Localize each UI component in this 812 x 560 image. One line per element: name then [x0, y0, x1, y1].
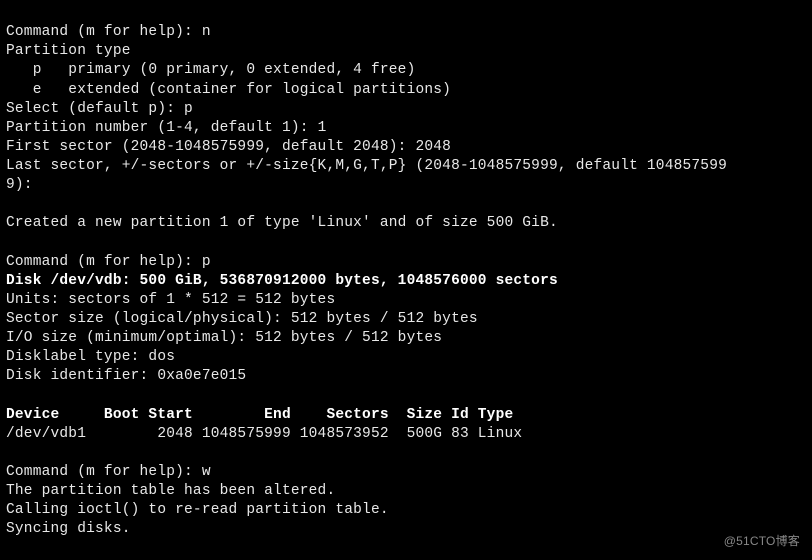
output-line: e extended (container for logical partit… [6, 82, 451, 98]
user-input: w [202, 464, 211, 480]
blank-line [6, 388, 15, 404]
output-line: Syncing disks. [6, 521, 131, 537]
prompt-line[interactable]: Partition number (1-4, default 1): 1 [6, 120, 326, 136]
output-line: Partition type [6, 43, 131, 59]
blank-line [6, 445, 15, 461]
user-input: n [202, 24, 211, 40]
user-input: p [184, 101, 193, 117]
output-line: I/O size (minimum/optimal): 512 bytes / … [6, 330, 442, 346]
output-line: Created a new partition 1 of type 'Linux… [6, 215, 558, 231]
prompt-line[interactable]: Select (default p): p [6, 101, 193, 117]
prompt-line[interactable]: First sector (2048-1048575999, default 2… [6, 139, 451, 155]
blank-line [6, 235, 15, 251]
user-input: p [202, 254, 211, 270]
user-input: 2048 [415, 139, 451, 155]
output-line: Units: sectors of 1 * 512 = 512 bytes [6, 292, 335, 308]
output-line: Sector size (logical/physical): 512 byte… [6, 311, 478, 327]
prompt-line[interactable]: 9): [6, 177, 42, 193]
table-row: /dev/vdb1 2048 1048575999 1048573952 500… [6, 426, 522, 442]
output-line: Calling ioctl() to re-read partition tab… [6, 502, 389, 518]
terminal-output: Command (m for help): n Partition type p… [6, 4, 806, 540]
prompt-line[interactable]: Command (m for help): p [6, 254, 211, 270]
watermark-text: @51CTO博客 [724, 534, 800, 550]
output-line: p primary (0 primary, 0 extended, 4 free… [6, 62, 415, 78]
prompt-line[interactable]: Command (m for help): w [6, 464, 211, 480]
output-line: Disklabel type: dos [6, 349, 175, 365]
table-header: Device Boot Start End Sectors Size Id Ty… [6, 407, 513, 423]
prompt-line[interactable]: Command (m for help): n [6, 24, 211, 40]
output-line: The partition table has been altered. [6, 483, 335, 499]
output-line: Last sector, +/-sectors or +/-size{K,M,G… [6, 158, 727, 174]
blank-line [6, 196, 15, 212]
output-line: Disk identifier: 0xa0e7e015 [6, 368, 246, 384]
disk-header-line: Disk /dev/vdb: 500 GiB, 536870912000 byt… [6, 273, 558, 289]
user-input: 1 [318, 120, 327, 136]
